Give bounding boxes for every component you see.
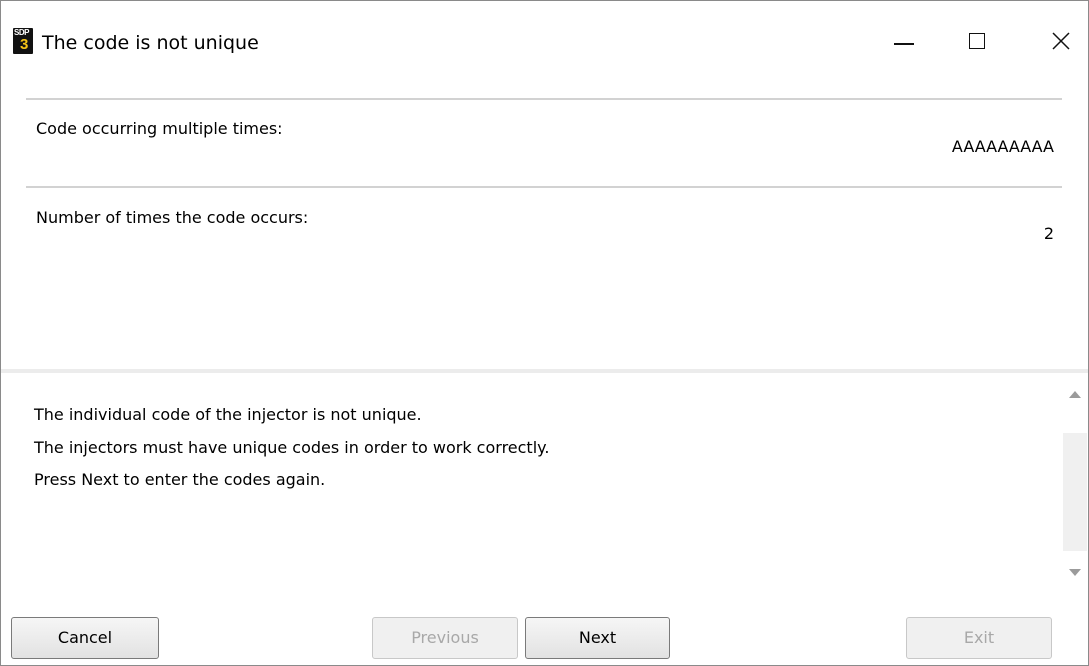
window-title: The code is not unique: [42, 32, 259, 54]
cancel-button[interactable]: Cancel: [11, 617, 159, 659]
exit-button[interactable]: Exit: [906, 617, 1052, 659]
app-icon-bottom-text: 3: [20, 36, 29, 53]
message-line: The injectors must have unique codes in …: [34, 438, 550, 457]
message-line: Press Next to enter the codes again.: [34, 470, 326, 489]
sdp3-app-icon: SDP 3: [13, 28, 33, 54]
count-label: Number of times the code occurs:: [36, 208, 309, 227]
scroll-up-arrow-icon[interactable]: [1069, 391, 1081, 398]
message-line: The individual code of the injector is n…: [34, 405, 422, 424]
separator: [26, 186, 1062, 188]
message-panel: The individual code of the injector is n…: [1, 369, 1088, 594]
scroll-down-arrow-icon[interactable]: [1069, 569, 1081, 576]
minimize-button[interactable]: [883, 23, 927, 63]
previous-button[interactable]: Previous: [372, 617, 518, 659]
maximize-button[interactable]: [959, 23, 1003, 63]
code-label: Code occurring multiple times:: [36, 119, 283, 138]
close-button[interactable]: [1041, 23, 1085, 63]
maximize-icon: [969, 33, 985, 49]
message-scrollbar[interactable]: [1062, 373, 1088, 594]
title-bar[interactable]: SDP 3 The code is not unique: [1, 1, 1088, 89]
dialog-window: SDP 3 The code is not unique Code occurr…: [0, 0, 1089, 666]
code-value: AAAAAAAAA: [951, 137, 1054, 156]
next-button[interactable]: Next: [525, 617, 670, 659]
minimize-icon: [894, 43, 914, 45]
count-value: 2: [1043, 224, 1054, 243]
scroll-track[interactable]: [1063, 433, 1087, 551]
close-icon: [1052, 32, 1070, 50]
separator: [26, 98, 1062, 100]
